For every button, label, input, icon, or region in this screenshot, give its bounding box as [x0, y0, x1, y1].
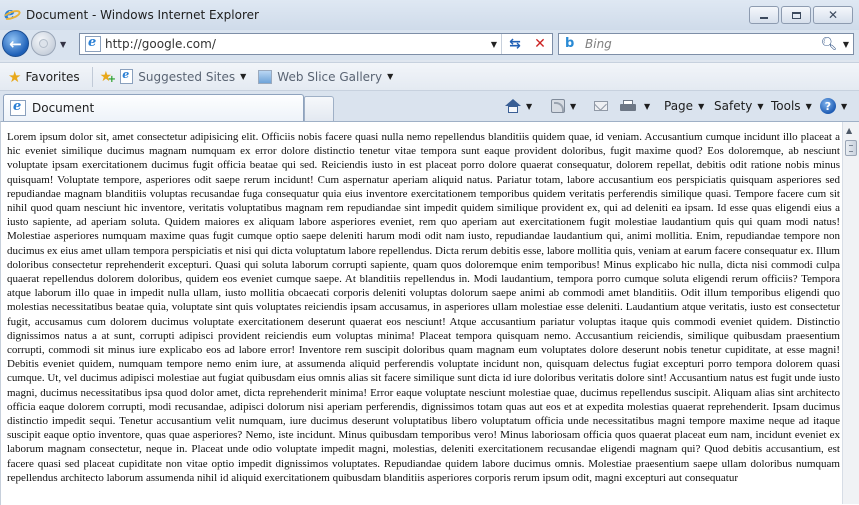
- favorites-item-suggested-sites[interactable]: e Suggested Sites ▼: [120, 68, 247, 84]
- favorites-separator: [91, 66, 93, 87]
- search-options-dropdown[interactable]: ▼: [839, 40, 853, 49]
- home-button[interactable]: ▼: [505, 95, 532, 117]
- page-menu-button[interactable]: Page ▼: [664, 95, 704, 117]
- recent-pages-dropdown[interactable]: ▼: [60, 40, 66, 49]
- web-slice-icon: [258, 69, 273, 84]
- scrollbar-thumb[interactable]: [845, 140, 857, 156]
- safety-menu-label: Safety: [714, 99, 753, 113]
- scroll-up-icon[interactable]: ▲: [846, 126, 852, 135]
- ie-logo-icon[interactable]: e: [2, 4, 22, 24]
- window-title: Document - Windows Internet Explorer: [26, 8, 259, 22]
- mail-icon: [594, 101, 608, 111]
- title-bar: e Document - Windows Internet Explorer ✕: [0, 0, 859, 30]
- chevron-down-icon: ▼: [698, 101, 705, 111]
- document-body-text: Lorem ipsum dolor sit, amet consectetur …: [7, 131, 840, 484]
- favorites-star-icon: ★: [8, 67, 22, 86]
- address-bar[interactable]: e http://google.com/ ▼ ⇆ ✕: [79, 33, 553, 55]
- address-input[interactable]: http://google.com/: [105, 37, 487, 51]
- read-mail-button[interactable]: [594, 95, 608, 117]
- chevron-down-icon: ▼: [757, 101, 764, 111]
- close-icon: ✕: [827, 8, 839, 22]
- chevron-down-icon: ▼: [644, 101, 651, 111]
- rss-feed-icon: [551, 99, 565, 113]
- tools-menu-button[interactable]: Tools ▼: [771, 95, 812, 117]
- favorites-item-web-slice-gallery[interactable]: Web Slice Gallery ▼: [258, 69, 394, 84]
- stop-button[interactable]: ✕: [528, 36, 552, 52]
- favorites-button[interactable]: ★ Favorites: [8, 66, 80, 88]
- content-area: Lorem ipsum dolor sit, amet consectetur …: [0, 121, 859, 505]
- close-button[interactable]: ✕: [813, 6, 853, 24]
- tab-label: Document: [32, 101, 95, 115]
- safety-menu-button[interactable]: Safety ▼: [714, 95, 764, 117]
- feeds-button[interactable]: ▼: [551, 95, 576, 117]
- help-button[interactable]: ? ▼: [820, 95, 847, 117]
- page-favicon-icon: e: [85, 35, 101, 52]
- search-input[interactable]: Bing: [585, 37, 819, 51]
- minimize-icon: [760, 17, 768, 19]
- maximize-button[interactable]: [781, 6, 811, 24]
- bing-icon: b: [565, 36, 575, 51]
- chevron-down-icon: ▼: [240, 72, 247, 81]
- minimize-button[interactable]: [749, 6, 779, 24]
- print-icon: [620, 99, 636, 113]
- help-icon: ?: [820, 98, 836, 114]
- web-slice-gallery-label: Web Slice Gallery: [277, 69, 383, 84]
- print-button[interactable]: ▼: [620, 95, 650, 117]
- chevron-down-icon: ▼: [570, 101, 577, 111]
- home-icon: [505, 99, 521, 113]
- forward-button[interactable]: [31, 31, 56, 56]
- suggested-sites-page-icon: e: [120, 68, 134, 84]
- suggested-sites-label: Suggested Sites: [138, 69, 236, 84]
- chevron-down-icon: ▼: [805, 101, 812, 111]
- navigation-bar: ← ▼ e http://google.com/ ▼ ⇆ ✕ b Bing 🔍︎…: [0, 30, 859, 60]
- search-box[interactable]: b Bing 🔍︎ ▼: [558, 33, 854, 55]
- address-dropdown-button[interactable]: ▼: [487, 40, 501, 49]
- chevron-down-icon: ▼: [841, 101, 848, 111]
- refresh-button[interactable]: ⇆: [502, 36, 528, 52]
- back-arrow-icon: ←: [9, 34, 22, 53]
- favorites-bar: ★ Favorites ★ + e Suggested Sites ▼ Web S…: [0, 62, 859, 91]
- tab-document[interactable]: e Document: [3, 94, 304, 121]
- new-tab-button[interactable]: [304, 96, 334, 121]
- maximize-icon: [791, 11, 801, 19]
- page-menu-label: Page: [664, 99, 694, 113]
- search-icon[interactable]: 🔍︎: [819, 37, 839, 52]
- chevron-down-icon: ▼: [526, 101, 533, 111]
- tab-page-icon: e: [10, 99, 26, 116]
- add-to-favorites-bar-icon[interactable]: ★ +: [100, 69, 116, 85]
- vertical-scrollbar[interactable]: ▲: [842, 122, 859, 504]
- back-button[interactable]: ←: [2, 30, 29, 57]
- tab-command-bar: e Document ▼ ▼ ▼ Page ▼ Safety ▼ Tools ▼…: [0, 91, 859, 121]
- forward-arrow-icon: [39, 39, 48, 48]
- window-controls: ✕: [749, 6, 853, 24]
- tools-menu-label: Tools: [771, 99, 801, 113]
- chevron-down-icon: ▼: [387, 72, 394, 81]
- favorites-label: Favorites: [25, 69, 80, 84]
